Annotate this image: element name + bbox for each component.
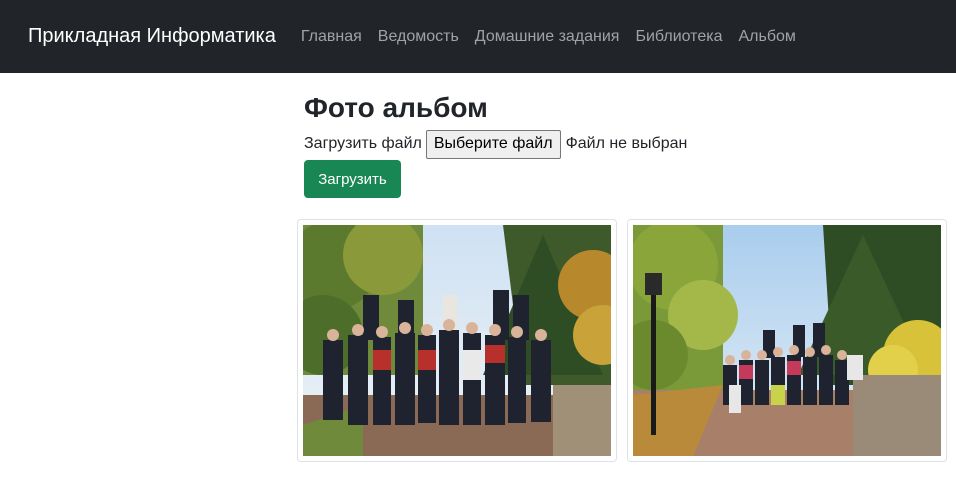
photo-card[interactable] <box>297 219 617 462</box>
photo-image[interactable] <box>303 225 611 456</box>
choose-file-button[interactable]: Выберите файл <box>425 129 561 159</box>
photo-image[interactable] <box>633 225 941 456</box>
navbar: Прикладная Информатика Главная Ведомость… <box>0 0 956 73</box>
nav-link-gradebook[interactable]: Ведомость <box>378 28 459 46</box>
nav-link-homework[interactable]: Домашние задания <box>475 28 620 46</box>
file-status: Файл не выбран <box>565 135 688 152</box>
navbar-brand[interactable]: Прикладная Информатика <box>28 25 276 48</box>
main-content: Фото альбом Загрузить файл Выберите файл… <box>304 73 956 198</box>
nav-link-album[interactable]: Альбом <box>738 28 795 46</box>
upload-button[interactable]: Загрузить <box>304 160 401 198</box>
nav-link-library[interactable]: Библиотека <box>635 28 722 46</box>
photo-card[interactable] <box>627 219 947 462</box>
upload-form: Загрузить файл Выберите файл Файл не выб… <box>304 129 956 159</box>
photo-gallery <box>297 219 947 462</box>
upload-label: Загрузить файл <box>304 135 422 152</box>
page-title: Фото альбом <box>304 92 488 123</box>
nav-links: Главная Ведомость Домашние задания Библи… <box>292 28 804 46</box>
nav-link-home[interactable]: Главная <box>301 28 362 46</box>
